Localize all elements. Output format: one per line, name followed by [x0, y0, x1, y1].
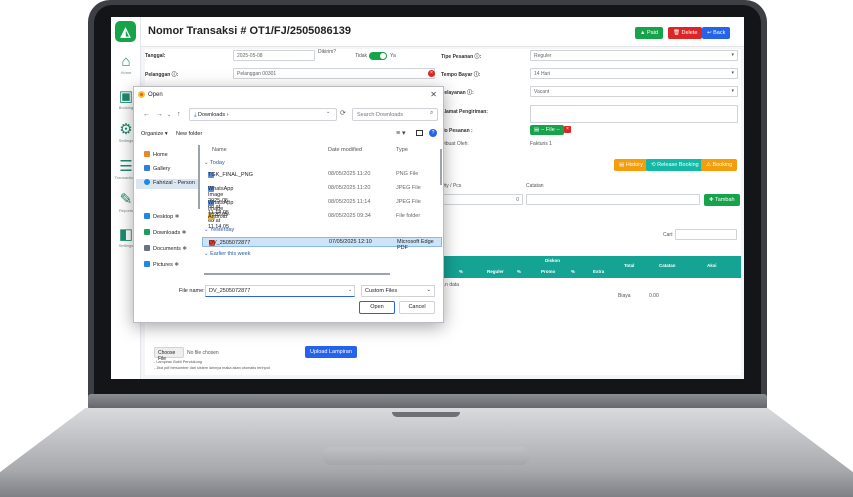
tree-item-downloads[interactable]: Downloads ✱: [144, 229, 186, 239]
cancel-button[interactable]: Cancel: [399, 301, 435, 314]
address-bar[interactable]: ⤓ Downloads ›: [189, 108, 337, 121]
order-type-select[interactable]: Reguler: [530, 50, 738, 61]
laptop-hinge: [88, 394, 767, 410]
file-type-select[interactable]: Custom Files ⌄: [361, 285, 435, 297]
refresh-icon[interactable]: ⟳: [340, 109, 346, 117]
pictures-icon: [144, 261, 150, 267]
payment-term-select[interactable]: 14 Hari: [530, 68, 738, 79]
delivery-toggle[interactable]: [369, 52, 387, 60]
home-icon: ⌂: [121, 53, 131, 70]
up-icon[interactable]: ↑: [177, 111, 181, 118]
date-field[interactable]: 2025-05-08: [233, 50, 315, 61]
service-select[interactable]: Vacant: [530, 86, 738, 97]
laptop-notch: [392, 412, 460, 417]
close-icon[interactable]: ✕: [430, 90, 437, 99]
add-button[interactable]: ✚ Tambah: [704, 194, 740, 206]
column-name[interactable]: Name: [212, 147, 227, 153]
clear-customer-icon[interactable]: ×: [428, 70, 435, 77]
booking-button[interactable]: ⚠ Booking: [701, 159, 738, 171]
remove-file-icon[interactable]: ×: [564, 126, 571, 133]
document-icon: [144, 245, 150, 251]
tree-item-onedrive[interactable]: Fahrizal - Person: [136, 179, 198, 189]
tree-item-desktop[interactable]: Desktop ✱: [144, 213, 179, 223]
page-title: Nomor Transaksi # OT1/FJ/2505086139: [148, 25, 352, 37]
tree-item-home[interactable]: Home: [144, 151, 168, 161]
choose-file-button[interactable]: Choose File: [154, 347, 184, 362]
column-type[interactable]: Type: [396, 147, 408, 153]
address-dropdown-icon[interactable]: ⌄: [326, 109, 330, 115]
home-icon: [144, 151, 150, 157]
tree-item-pictures[interactable]: Pictures ✱: [144, 261, 179, 271]
table-search-input[interactable]: [675, 229, 737, 240]
file-row[interactable]: WhatsApp Image 2025-05-08 at 11.14.05 (1…: [202, 184, 442, 222]
file-tag[interactable]: ▤ -- File --: [530, 125, 564, 135]
file-row[interactable]: WhatsApp Image 2025-05-08 at 11.14.05 08…: [202, 198, 442, 230]
address-field[interactable]: [530, 105, 738, 123]
items-table-header: Diskon % Reguler % Promo % Extra Total C…: [441, 256, 741, 278]
column-date[interactable]: Date modified: [328, 147, 362, 153]
file-list-scrollbar[interactable]: [440, 149, 442, 185]
cloud-icon: [144, 179, 150, 185]
chevron-down-icon[interactable]: ⌄: [348, 287, 352, 293]
gallery-icon: [144, 165, 150, 171]
horizontal-scrollbar[interactable]: [204, 273, 390, 275]
forward-icon[interactable]: →: [156, 111, 163, 118]
tree-item-documents[interactable]: Documents ✱: [144, 245, 187, 255]
tree-item-gallery[interactable]: Gallery: [144, 165, 170, 175]
chevron-down-icon: ⌄: [426, 287, 431, 293]
download-icon: [144, 229, 150, 235]
note-field[interactable]: [526, 194, 700, 205]
download-icon: ⤓: [194, 112, 197, 118]
sidebar-item-home[interactable]: ⌂ Home: [111, 53, 141, 75]
organize-button[interactable]: Organize ▾: [141, 131, 168, 137]
open-button[interactable]: Open: [359, 301, 395, 314]
customer-field[interactable]: Pelanggan 00301: [233, 68, 435, 79]
preview-pane-icon[interactable]: [416, 130, 423, 136]
tree-scrollbar[interactable]: [198, 145, 200, 209]
browser-icon: [138, 91, 145, 98]
group-yesterday[interactable]: ⌄ Yesterday: [204, 227, 234, 233]
history-button[interactable]: ▤ History: [614, 159, 648, 171]
search-icon: ⌕: [430, 110, 434, 116]
upload-attachment-button[interactable]: Upload Lampiran: [305, 346, 357, 358]
app-logo: ◭: [115, 21, 136, 42]
delete-button[interactable]: 🗑 Delete: [668, 27, 703, 39]
file-row-selected[interactable]: DV_2505072877 07/05/2025 12:10 Microsoft…: [202, 237, 442, 251]
release-booking-button[interactable]: ⟲ Release Booking: [646, 159, 704, 171]
laptop-screen: ◭ ⌂ Home ▣ Booking ⚙ Settings ☰ Transact…: [111, 17, 744, 379]
group-today[interactable]: ⌄ Today: [204, 160, 225, 166]
laptop-trackpad: [322, 447, 530, 465]
open-file-dialog: Open ✕ ← → ⌄ ↑ ⤓ Downloads › ⌄ ⟳ Search …: [133, 86, 444, 323]
search-input[interactable]: Search Downloads: [352, 108, 438, 121]
view-options-icon[interactable]: ≡ ▾: [396, 129, 406, 137]
back-button[interactable]: ↩ Back: [702, 27, 731, 39]
file-name-input[interactable]: DV_2505072877: [205, 285, 355, 297]
group-earlier[interactable]: ⌄ Earlier this week: [204, 251, 251, 257]
dialog-title: Open: [148, 92, 163, 98]
file-row[interactable]: TGK_FINAL_PNG 08/05/2025 11:20 PNG File: [202, 170, 442, 180]
back-icon[interactable]: ←: [143, 111, 150, 118]
navigation-pane: Home Gallery Fahrizal - Person Desktop ✱…: [134, 145, 200, 277]
desktop-icon: [144, 213, 150, 219]
qty-field[interactable]: 0: [441, 194, 523, 205]
help-icon[interactable]: ?: [429, 129, 437, 137]
page-header: Nomor Transaksi # OT1/FJ/2505086139 ▲ Pa…: [141, 17, 744, 47]
new-folder-button[interactable]: New folder: [176, 131, 202, 137]
paid-button[interactable]: ▲ Paid: [635, 27, 663, 39]
chevron-down-icon[interactable]: ⌄: [167, 112, 171, 118]
file-row[interactable]: Android 08/05/2025 09:34 File folder: [202, 212, 442, 222]
